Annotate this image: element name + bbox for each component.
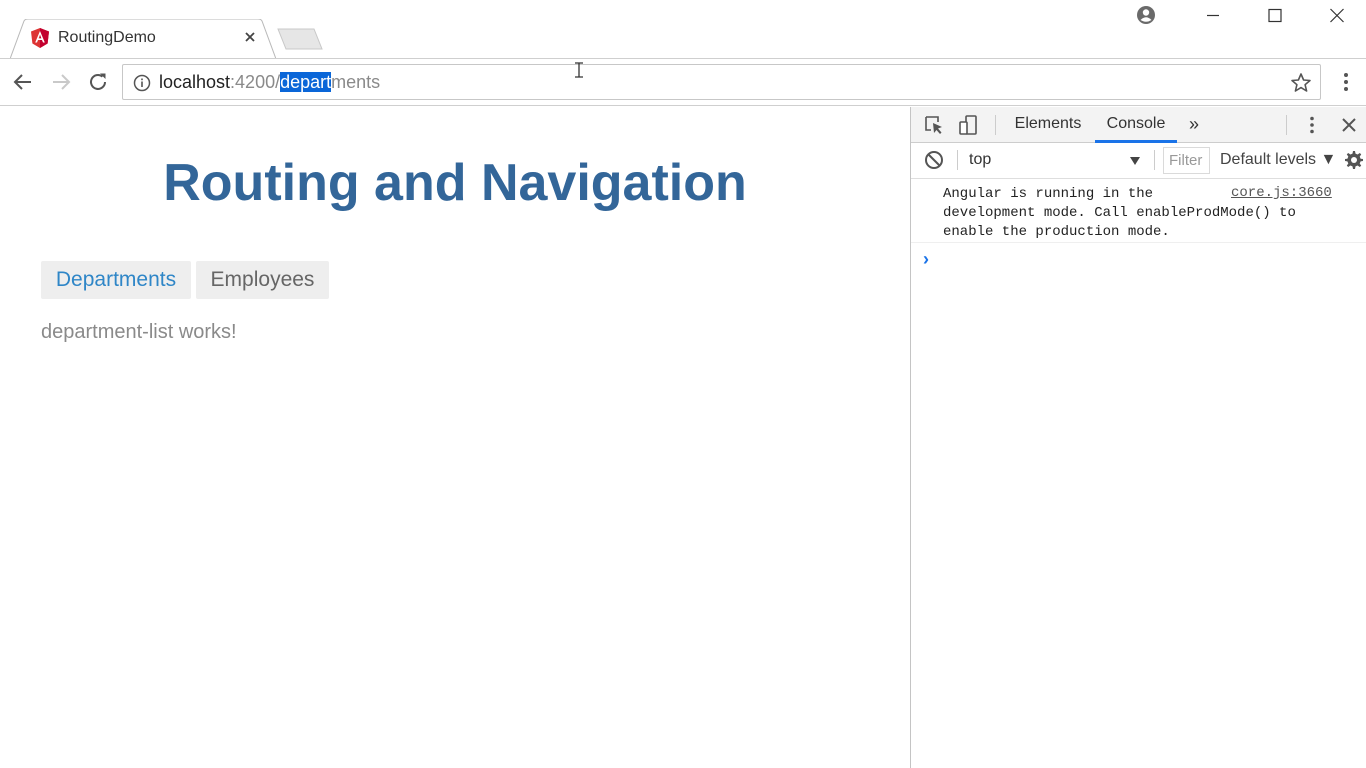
angular-favicon	[31, 28, 49, 48]
url-host: localhost	[159, 72, 231, 92]
url-path-selected: depart	[280, 72, 332, 92]
filter-input[interactable]: Filter	[1163, 147, 1210, 174]
toolbar-divider	[957, 150, 958, 170]
router-outlet-text: department-list works!	[41, 321, 237, 343]
maximize-button[interactable]	[1247, 0, 1303, 32]
console-filter-bar: top Filter Default levels ▼	[911, 143, 1366, 179]
new-tab-button[interactable]	[276, 28, 324, 50]
browser-tab-strip: RoutingDemo	[0, 0, 1366, 59]
browser-toolbar: localhost:4200/departments	[0, 58, 1366, 106]
devtools-panel: Elements Console » top Filter Default le…	[910, 107, 1366, 768]
tab-elements[interactable]: Elements	[1011, 107, 1085, 143]
clear-console-icon[interactable]	[923, 149, 945, 171]
departments-button[interactable]: Departments	[41, 261, 191, 299]
toolbar-divider	[1154, 150, 1155, 170]
gear-icon[interactable]	[1342, 149, 1364, 171]
console-message: Angular is running in the development mo…	[911, 179, 1366, 243]
menu-dots-icon[interactable]	[1334, 70, 1358, 94]
tab-title: RoutingDemo	[58, 29, 156, 46]
devtools-tabbar: Elements Console »	[911, 107, 1366, 143]
text-cursor-icon	[575, 62, 583, 78]
back-icon[interactable]	[11, 70, 35, 94]
window-close-button[interactable]	[1309, 0, 1365, 32]
more-tabs-button[interactable]: »	[1183, 107, 1205, 143]
minimize-icon	[1207, 14, 1219, 17]
inspect-icon[interactable]	[923, 114, 945, 136]
close-icon[interactable]	[242, 29, 258, 45]
chevron-down-icon	[1130, 157, 1140, 165]
menu-dots-icon[interactable]	[1301, 114, 1323, 136]
employees-button[interactable]: Employees	[196, 261, 329, 299]
url-path-rest: ments	[331, 72, 381, 92]
profile-icon[interactable]	[1135, 4, 1157, 26]
log-levels-dropdown[interactable]: Default levels ▼	[1220, 151, 1336, 169]
maximize-icon	[1268, 8, 1282, 23]
tab-console[interactable]: Console	[1095, 107, 1177, 143]
browser-tab[interactable]: RoutingDemo	[10, 19, 276, 59]
page-title: Routing and Navigation	[163, 154, 747, 212]
close-icon[interactable]	[1338, 114, 1360, 136]
url-text[interactable]: localhost:4200/departments	[159, 72, 380, 93]
page-content: Routing and Navigation Departments Emplo…	[0, 107, 910, 768]
address-bar[interactable]: localhost:4200/departments	[122, 64, 1321, 100]
forward-icon[interactable]	[49, 70, 73, 94]
star-icon[interactable]	[1290, 72, 1312, 94]
toolbar-divider	[1286, 115, 1287, 135]
url-port: :4200/	[230, 72, 281, 92]
device-toolbar-icon[interactable]	[957, 114, 979, 136]
window-close-icon	[1330, 8, 1344, 23]
console-prompt[interactable]: ›	[923, 249, 929, 270]
info-icon[interactable]	[133, 74, 151, 92]
reload-icon[interactable]	[86, 70, 110, 94]
context-selector[interactable]: top	[969, 151, 1149, 169]
console-message-source-link[interactable]: core.js:3660	[1227, 185, 1332, 201]
minimize-button[interactable]	[1185, 0, 1241, 32]
toolbar-divider	[995, 115, 996, 135]
